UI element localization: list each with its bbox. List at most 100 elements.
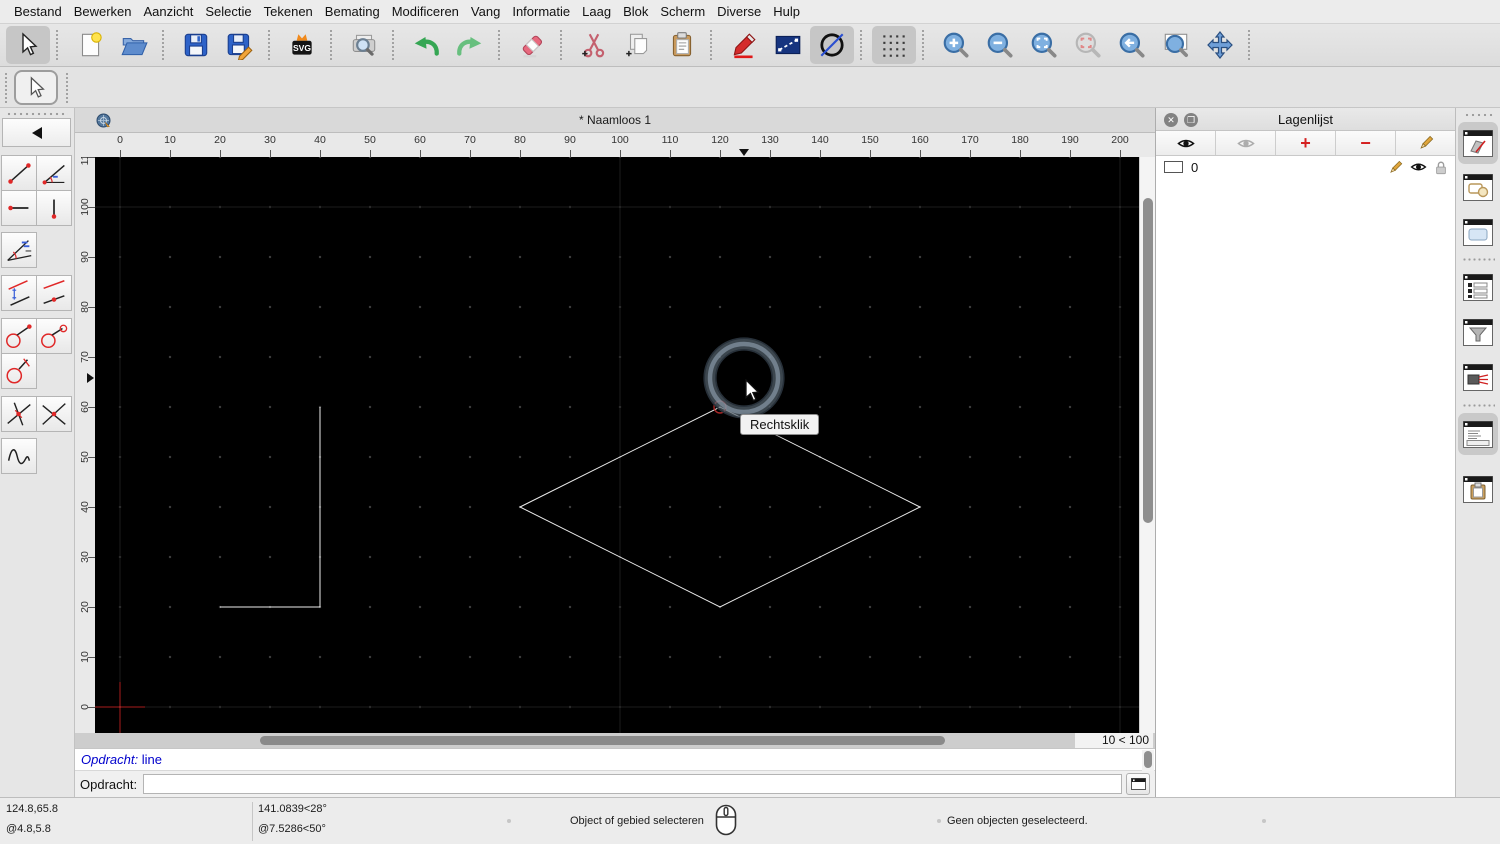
tool-line-relative-angle[interactable] — [36, 396, 72, 432]
menu-diverse[interactable]: Diverse — [711, 0, 767, 24]
horizontal-scrollbar-thumb[interactable] — [260, 736, 945, 745]
draft-mode-button[interactable] — [722, 26, 766, 64]
toolbar-separator — [860, 30, 869, 60]
redo-button[interactable] — [448, 26, 492, 64]
antialiasing-button[interactable] — [810, 26, 854, 64]
menu-tekenen[interactable]: Tekenen — [258, 0, 319, 24]
tool-line-orthogonal[interactable] — [1, 396, 37, 432]
document-pane: * Naamloos 1 010203040506070809010011012… — [75, 108, 1155, 797]
view-list-panel-button[interactable] — [1458, 211, 1498, 253]
h-ruler-label: 60 — [405, 134, 435, 146]
layer-list-panel-button[interactable] — [1458, 122, 1498, 164]
tool-line-parallel[interactable] — [1, 275, 37, 311]
hide-all-layers-button[interactable] — [1216, 131, 1276, 155]
pan-button[interactable] — [1198, 26, 1242, 64]
menu-selectie[interactable]: Selectie — [199, 0, 257, 24]
tool-line-angle[interactable] — [36, 155, 72, 191]
command-line-panel-button[interactable] — [1458, 413, 1498, 455]
window-zoom-button[interactable] — [1154, 26, 1198, 64]
menu-bar: BestandBewerkenAanzichtSelectieTekenenBe… — [0, 0, 1500, 24]
auto-zoom-button[interactable] — [1022, 26, 1066, 64]
menu-bestand[interactable]: Bestand — [8, 0, 68, 24]
menu-scherm[interactable]: Scherm — [654, 0, 711, 24]
palette-back-button[interactable] — [2, 118, 71, 147]
toolbar-separator — [922, 30, 931, 60]
tool-line-2-points[interactable] — [1, 155, 37, 191]
new-file-button[interactable] — [68, 26, 112, 64]
layer-visibility-icon[interactable] — [1410, 161, 1427, 173]
menu-laag[interactable]: Laag — [576, 0, 617, 24]
selection-filter-panel-button[interactable] — [1458, 311, 1498, 353]
property-editor-panel-button[interactable] — [1458, 266, 1498, 308]
menu-modificeren[interactable]: Modificeren — [386, 0, 465, 24]
horizontal-scrollbar[interactable]: 10 < 100 — [75, 733, 1155, 748]
history-scrollbar[interactable] — [1142, 750, 1154, 771]
selection-tool-button[interactable] — [6, 26, 50, 64]
open-file-button[interactable] — [112, 26, 156, 64]
eraser-button[interactable] — [510, 26, 554, 64]
reset-pointer-button[interactable] — [14, 70, 58, 105]
layer-edit-icon[interactable] — [1388, 160, 1403, 175]
tool-line-freehand[interactable] — [1, 438, 37, 474]
copy-button[interactable] — [616, 26, 660, 64]
menu-bemating[interactable]: Bemating — [319, 0, 386, 24]
document-tab-bar[interactable]: * Naamloos 1 — [75, 108, 1155, 133]
zoom-to-selection-button[interactable] — [1066, 26, 1110, 64]
command-input[interactable] — [143, 774, 1122, 794]
export-svg-button[interactable]: SVG — [280, 26, 324, 64]
drawing-entity — [520, 407, 920, 607]
h-ruler-label: 70 — [455, 134, 485, 146]
paste-button[interactable] — [660, 26, 704, 64]
add-layer-button[interactable]: + — [1276, 131, 1336, 155]
zoom-in-button[interactable] — [934, 26, 978, 64]
vertical-scrollbar-thumb[interactable] — [1143, 198, 1153, 523]
previous-view-button[interactable] — [1110, 26, 1154, 64]
cursor-glow — [710, 344, 778, 412]
tool-line-parallel-through-point[interactable] — [36, 275, 72, 311]
clipboard-panel-button[interactable] — [1458, 468, 1498, 510]
snap-toolbar — [0, 67, 1500, 108]
menu-vang[interactable]: Vang — [465, 0, 506, 24]
print-preview-button[interactable] — [342, 26, 386, 64]
command-history-label: Opdracht: — [81, 752, 138, 767]
selection-status: Geen objecten geselecteerd. — [947, 815, 1088, 827]
zoom-out-button[interactable] — [978, 26, 1022, 64]
strip-separator — [1462, 258, 1495, 261]
show-all-layers-button[interactable] — [1156, 131, 1216, 155]
save-button[interactable] — [174, 26, 218, 64]
library-browser-panel-button[interactable] — [1458, 356, 1498, 398]
layer-row[interactable]: 0 — [1156, 156, 1455, 178]
menu-bewerken[interactable]: Bewerken — [68, 0, 138, 24]
tool-line-orthogonal-tangent[interactable] — [1, 353, 37, 389]
drawing-canvas[interactable]: Rechtsklik — [95, 157, 1139, 733]
menu-informatie[interactable]: Informatie — [506, 0, 576, 24]
tool-line-vertical[interactable] — [36, 190, 72, 226]
screen-linetypes-button[interactable] — [766, 26, 810, 64]
menu-hulp[interactable]: Hulp — [767, 0, 806, 24]
menu-blok[interactable]: Blok — [617, 0, 654, 24]
tool-line-tangent-point-circle[interactable] — [1, 318, 37, 354]
menu-aanzicht[interactable]: Aanzicht — [138, 0, 200, 24]
console-toggle-button[interactable] — [1126, 773, 1150, 795]
undo-button[interactable] — [404, 26, 448, 64]
h-ruler-tick — [820, 150, 821, 157]
block-list-panel-button[interactable] — [1458, 166, 1498, 208]
cut-button[interactable] — [572, 26, 616, 64]
tool-line-bisector[interactable] — [1, 232, 37, 268]
h-ruler-tick — [120, 150, 121, 157]
tool-line-horizontal[interactable] — [1, 190, 37, 226]
grid-toggle-button[interactable] — [872, 26, 916, 64]
save-as-button[interactable] — [218, 26, 262, 64]
history-scrollbar-thumb[interactable] — [1144, 751, 1152, 768]
zoom-previous-icon — [1117, 30, 1147, 60]
layer-lock-icon[interactable] — [1434, 160, 1448, 175]
strip-separator — [1462, 404, 1495, 407]
tool-line-tangent-2-circles[interactable] — [36, 318, 72, 354]
cursor-arrow-icon — [15, 32, 41, 58]
vertical-scrollbar[interactable] — [1139, 157, 1155, 733]
edit-layer-button[interactable] — [1396, 131, 1455, 155]
block-list-panel-icon — [1463, 174, 1493, 201]
h-ruler-label: 50 — [355, 134, 385, 146]
remove-layer-button[interactable]: − — [1336, 131, 1396, 155]
layer-color-swatch[interactable] — [1164, 161, 1183, 173]
